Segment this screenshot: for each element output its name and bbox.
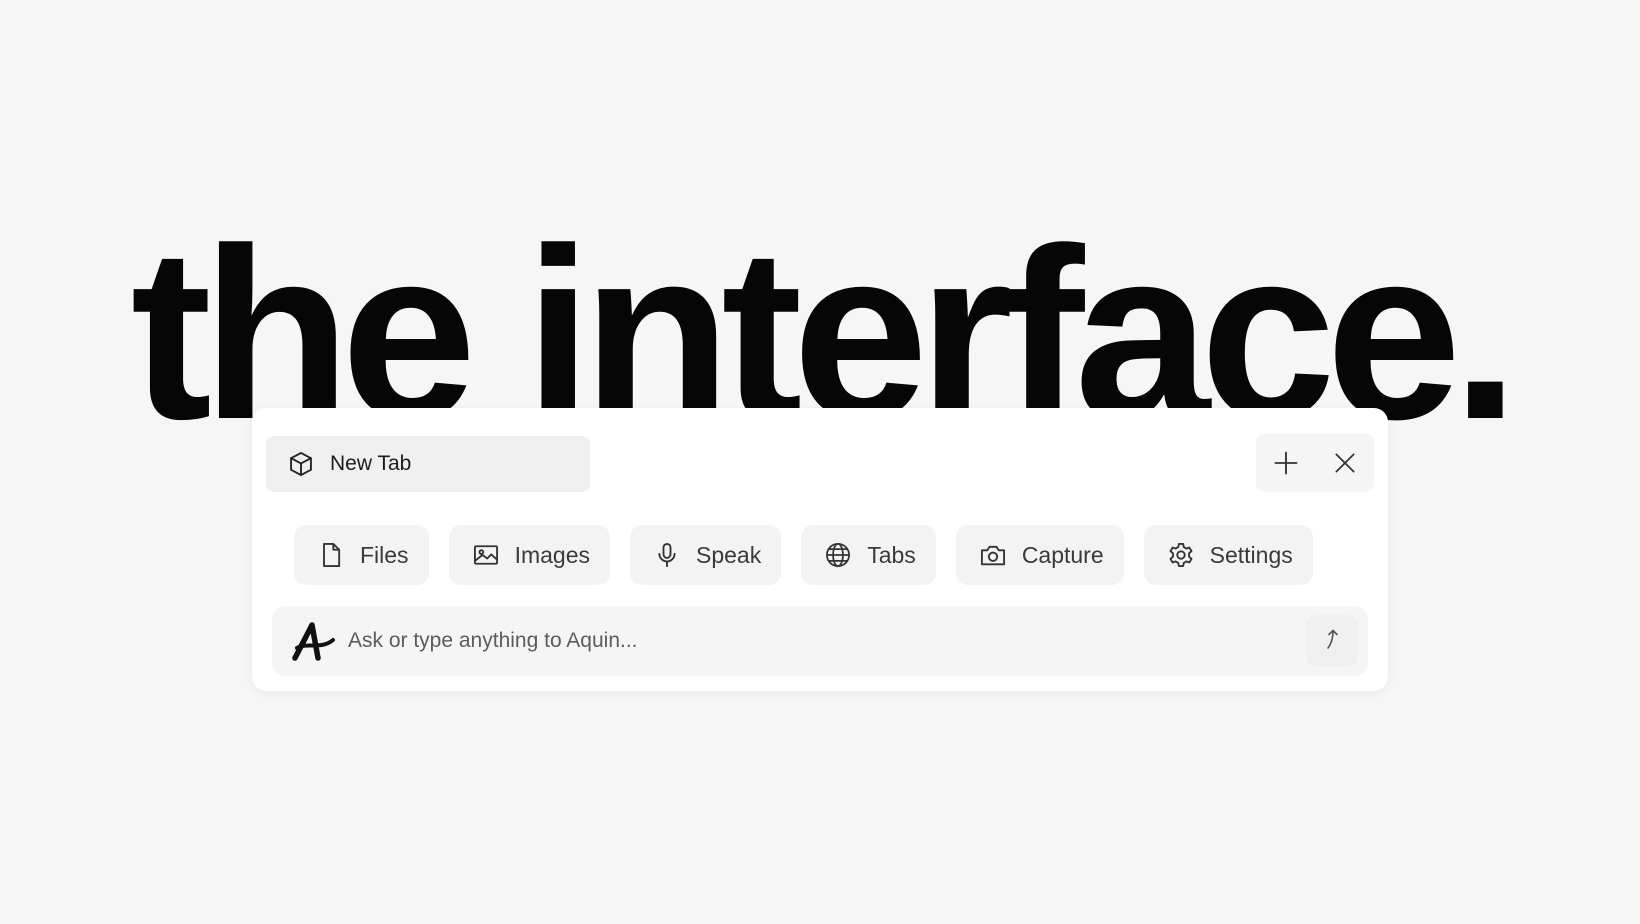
capture-button[interactable]: Capture bbox=[955, 525, 1124, 585]
plus-icon[interactable] bbox=[1266, 443, 1306, 483]
send-button[interactable] bbox=[1306, 615, 1358, 667]
tab-new-tab[interactable]: New Tab bbox=[266, 436, 590, 492]
images-label: Images bbox=[514, 541, 590, 568]
command-panel: New Tab Files Images Speak Tabs Capture … bbox=[252, 408, 1388, 691]
tab-label: New Tab bbox=[330, 452, 412, 475]
window-controls bbox=[1256, 434, 1374, 492]
action-bar: Files Images Speak Tabs Capture Settings bbox=[294, 525, 1313, 585]
camera-icon bbox=[978, 540, 1008, 570]
globe-icon bbox=[823, 540, 853, 570]
settings-button[interactable]: Settings bbox=[1143, 525, 1313, 585]
settings-label: Settings bbox=[1209, 541, 1293, 568]
prompt-input[interactable] bbox=[346, 628, 1306, 654]
aquin-logo-icon bbox=[290, 618, 338, 664]
files-button[interactable]: Files bbox=[294, 525, 429, 585]
files-label: Files bbox=[360, 541, 409, 568]
images-button[interactable]: Images bbox=[448, 525, 610, 585]
tabs-button[interactable]: Tabs bbox=[801, 525, 936, 585]
close-icon[interactable] bbox=[1325, 443, 1365, 483]
speak-button[interactable]: Speak bbox=[630, 525, 782, 585]
send-arrow-icon bbox=[1321, 627, 1343, 656]
tabs-label: Tabs bbox=[867, 541, 916, 568]
microphone-icon bbox=[652, 540, 682, 570]
cube-icon bbox=[286, 449, 316, 479]
image-icon bbox=[471, 540, 501, 570]
capture-label: Capture bbox=[1021, 541, 1104, 568]
file-icon bbox=[316, 540, 346, 570]
prompt-bar bbox=[272, 606, 1368, 676]
gear-icon bbox=[1166, 540, 1196, 570]
speak-label: Speak bbox=[696, 541, 762, 568]
